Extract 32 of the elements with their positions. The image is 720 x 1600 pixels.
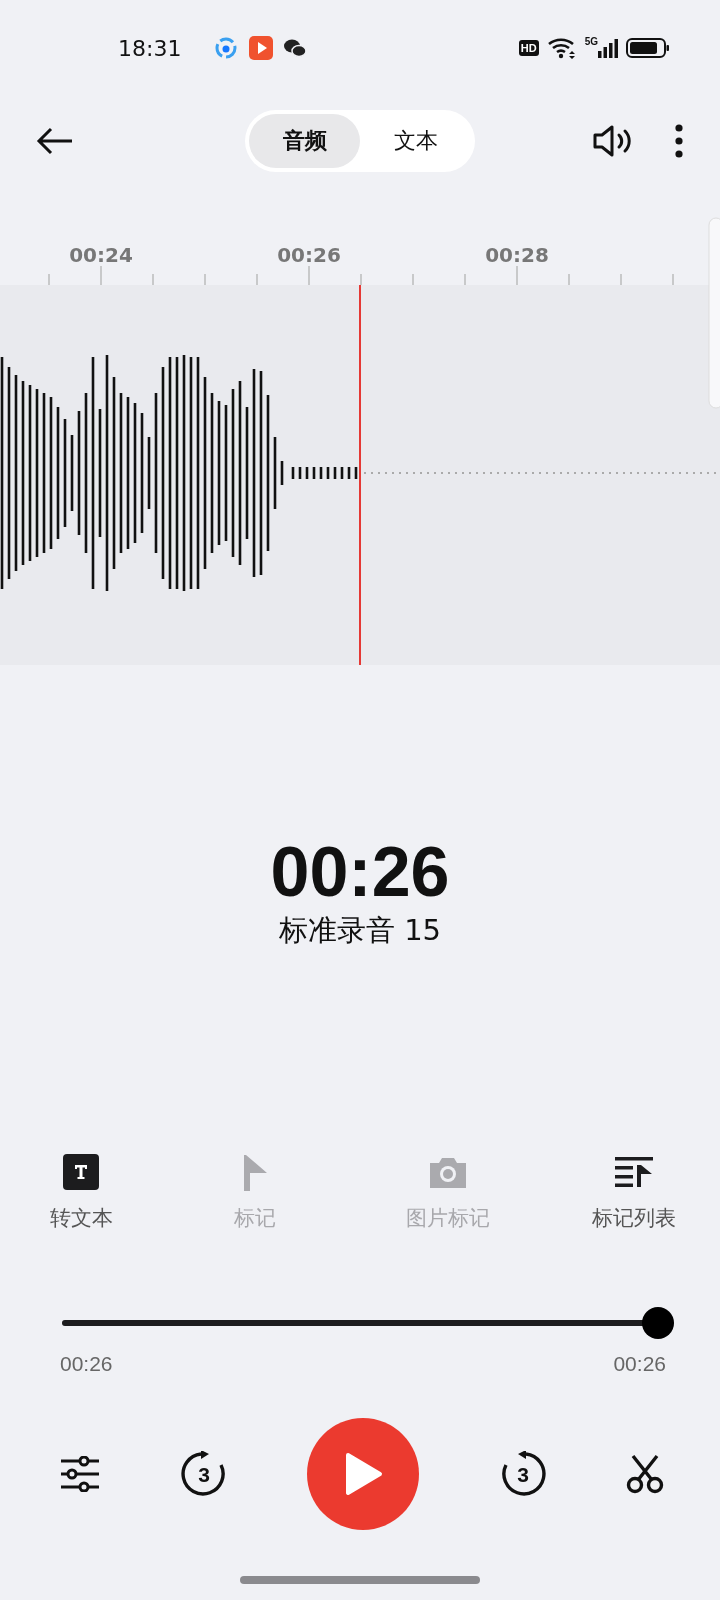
app-icon (215, 37, 238, 59)
settings-icon[interactable] (60, 1456, 100, 1492)
scroll-handle[interactable] (708, 217, 720, 409)
slider-thumb[interactable] (642, 1307, 674, 1339)
camera-icon (428, 1156, 468, 1188)
flag-icon (241, 1153, 269, 1191)
chat-app-icon (283, 37, 308, 59)
current-time: 00:26 (60, 1352, 113, 1376)
tab[interactable]: 文本 (360, 114, 471, 168)
time-label: 00:26 (277, 243, 341, 267)
tab[interactable]: 音频 (249, 114, 360, 168)
elapsed-time: 00:26 (270, 832, 450, 913)
speaker-icon[interactable] (592, 124, 634, 158)
clock-time: 18:31 (118, 35, 182, 61)
battery-icon (626, 38, 670, 58)
video-app-icon (249, 36, 274, 60)
total-time: 00:26 (613, 1352, 666, 1376)
play-icon (343, 1452, 383, 1496)
scissors-icon[interactable] (626, 1454, 664, 1494)
list-icon (615, 1157, 653, 1187)
signal-icon (598, 38, 618, 58)
hd-badge: HD (518, 40, 539, 56)
network-label: 5G (584, 36, 598, 47)
more-icon[interactable] (674, 124, 684, 158)
back-icon[interactable] (36, 127, 74, 155)
text-icon (63, 1154, 99, 1190)
time-label: 00:28 (485, 243, 549, 267)
recording-name: 标准录音 15 (278, 912, 442, 949)
tool-button[interactable]: 转文本 (49, 1152, 113, 1280)
wifi-icon (546, 37, 577, 59)
time-label: 00:24 (69, 243, 133, 267)
tool-button[interactable]: 标记列表 (592, 1152, 676, 1280)
